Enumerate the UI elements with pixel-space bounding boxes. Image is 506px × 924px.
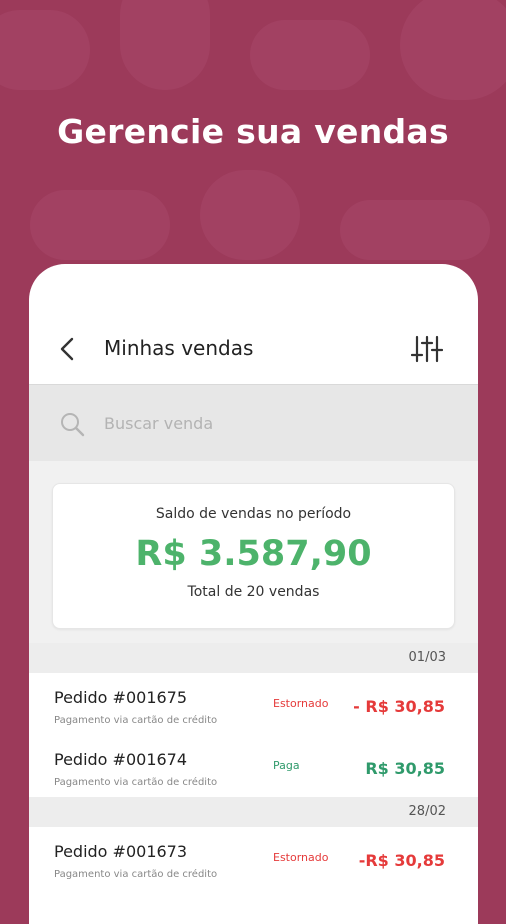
order-id: Pedido #001674 <box>54 750 188 769</box>
filter-sliders-icon[interactable] <box>411 335 443 363</box>
summary-section: Saldo de vendas no período R$ 3.587,90 T… <box>29 461 478 643</box>
date-header: 28/02 <box>29 797 478 827</box>
order-status: Estornado <box>273 851 329 864</box>
order-value: R$ 30,85 <box>365 759 445 778</box>
order-row[interactable]: Pedido #001675 Pagamento via cartão de c… <box>29 673 478 735</box>
search-icon <box>61 413 85 437</box>
back-arrow-icon[interactable] <box>57 336 79 362</box>
order-value: - R$ 30,85 <box>353 697 445 716</box>
summary-label: Saldo de vendas no período <box>155 506 352 522</box>
order-payment-method: Pagamento via cartão de crédito <box>54 777 218 788</box>
order-status: Estornado <box>273 697 329 710</box>
order-row[interactable]: Pedido #001674 Pagamento via cartão de c… <box>29 735 478 797</box>
summary-amount: R$ 3.587,90 <box>135 534 372 574</box>
summary-count: Total de 20 vendas <box>187 584 320 600</box>
order-payment-method: Pagamento via cartão de crédito <box>54 869 218 880</box>
order-payment-method: Pagamento via cartão de crédito <box>54 715 218 726</box>
summary-card: Saldo de vendas no período R$ 3.587,90 T… <box>52 483 455 629</box>
order-status: Paga <box>273 759 300 772</box>
date-header: 01/03 <box>29 643 478 673</box>
app-bar: Minhas vendas <box>29 264 478 385</box>
headline: Gerencie sua vendas <box>57 112 449 151</box>
order-row[interactable]: Pedido #001673 Pagamento via cartão de c… <box>29 827 478 889</box>
page-title: Minhas vendas <box>104 336 254 360</box>
order-value: -R$ 30,85 <box>358 851 445 870</box>
search-bar[interactable]: Buscar venda <box>29 385 478 461</box>
order-id: Pedido #001673 <box>54 842 188 861</box>
search-input[interactable]: Buscar venda <box>104 414 213 433</box>
order-id: Pedido #001675 <box>54 688 188 707</box>
phone-screen: Minhas vendas Buscar venda Saldo de vend… <box>29 264 478 924</box>
